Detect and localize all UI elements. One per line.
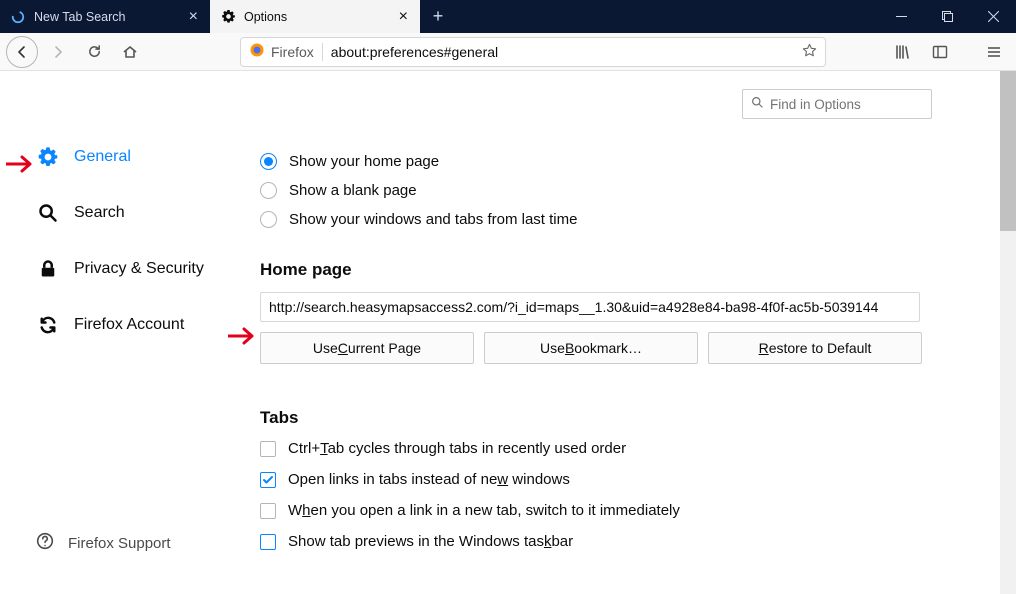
window-minimize-button[interactable] [878, 0, 924, 33]
scrollbar-thumb[interactable] [1000, 71, 1016, 231]
sidebar-item-label: Search [74, 204, 125, 222]
sidebar-support-label: Firefox Support [68, 535, 171, 552]
radio-show-home[interactable]: Show your home page [260, 153, 932, 170]
checkbox-input[interactable] [260, 534, 276, 550]
identity-box[interactable]: Firefox [249, 42, 314, 61]
sidebar-item-privacy[interactable]: Privacy & Security [36, 251, 260, 287]
search-icon [751, 96, 764, 112]
back-button[interactable] [6, 36, 38, 68]
tab-new-tab-search[interactable]: New Tab Search × [0, 0, 210, 33]
firefox-icon [249, 42, 265, 61]
radio-input[interactable] [260, 182, 277, 199]
window-controls [878, 0, 1016, 33]
main-pane: Find in Options Show your home page Show… [260, 71, 1016, 594]
tabs-checkboxes: Ctrl+Tab cycles through tabs in recently… [260, 440, 932, 550]
gear-icon [220, 9, 236, 25]
radio-input[interactable] [260, 211, 277, 228]
checkbox-label: Open links in tabs instead of new window… [288, 471, 570, 488]
tab-label: New Tab Search [34, 10, 181, 24]
tab-close-icon[interactable]: × [399, 8, 408, 26]
tab-label: Options [244, 10, 391, 24]
home-button[interactable] [114, 36, 146, 68]
titlebar: New Tab Search × Options × + [0, 0, 1016, 33]
url-text: about:preferences#general [331, 44, 794, 60]
urlbar[interactable]: Firefox about:preferences#general [240, 37, 826, 67]
checkbox-label: Ctrl+Tab cycles through tabs in recently… [288, 440, 626, 457]
radio-label: Show a blank page [289, 182, 417, 199]
urlbar-separator [322, 43, 323, 61]
sidebar-item-label: Firefox Account [74, 316, 184, 334]
sidebar: General Search Privacy & Security Firefo… [0, 71, 260, 594]
radio-label: Show your windows and tabs from last tim… [289, 211, 577, 228]
window-close-button[interactable] [970, 0, 1016, 33]
tabs-heading: Tabs [260, 408, 932, 428]
app-menu-button[interactable] [978, 36, 1010, 68]
checkbox-row[interactable]: Open links in tabs instead of new window… [260, 471, 932, 488]
checkbox-row[interactable]: Show tab previews in the Windows taskbar [260, 533, 932, 550]
radio-label: Show your home page [289, 153, 439, 170]
nav-right-controls [886, 36, 1010, 68]
sidebar-support-link[interactable]: Firefox Support [36, 532, 171, 554]
checkbox-label: When you open a link in a new tab, switc… [288, 502, 680, 519]
homepage-buttons: Use Current Page Use Bookmark… Restore t… [260, 332, 932, 364]
navbar: Firefox about:preferences#general [0, 33, 1016, 71]
sidebar-item-account[interactable]: Firefox Account [36, 307, 260, 343]
help-icon [36, 532, 54, 554]
sidebar-item-search[interactable]: Search [36, 195, 260, 231]
sidebar-item-general[interactable]: General [36, 139, 260, 175]
checkbox-row[interactable]: Ctrl+Tab cycles through tabs in recently… [260, 440, 932, 457]
checkbox-input[interactable] [260, 441, 276, 457]
checkbox-row[interactable]: When you open a link in a new tab, switc… [260, 502, 932, 519]
content: General Search Privacy & Security Firefo… [0, 71, 1016, 594]
identity-label: Firefox [271, 44, 314, 60]
search-icon [36, 201, 60, 225]
find-in-options-input[interactable]: Find in Options [742, 89, 932, 119]
radio-input[interactable] [260, 153, 277, 170]
checkbox-input[interactable] [260, 472, 276, 488]
sidebar-item-label: Privacy & Security [74, 260, 204, 278]
tab-close-icon[interactable]: × [189, 8, 198, 26]
sidebar-item-label: General [74, 148, 131, 166]
forward-button [42, 36, 74, 68]
lock-icon [36, 257, 60, 281]
library-button[interactable] [886, 36, 918, 68]
search-placeholder: Find in Options [770, 97, 861, 112]
radio-show-windows[interactable]: Show your windows and tabs from last tim… [260, 211, 932, 228]
checkbox-input[interactable] [260, 503, 276, 519]
tab-options[interactable]: Options × [210, 0, 420, 33]
startup-section: Show your home page Show a blank page Sh… [260, 153, 932, 550]
homepage-url-value: http://search.heasymapsaccess2.com/?i_id… [269, 299, 878, 315]
gear-icon [36, 145, 60, 169]
reload-button[interactable] [78, 36, 110, 68]
scrollbar[interactable] [1000, 71, 1016, 594]
use-bookmark-button[interactable]: Use Bookmark… [484, 332, 698, 364]
homepage-url-input[interactable]: http://search.heasymapsaccess2.com/?i_id… [260, 292, 920, 322]
new-tab-button[interactable]: + [420, 0, 456, 33]
bookmark-star-icon[interactable] [802, 43, 817, 61]
sidebar-button[interactable] [924, 36, 956, 68]
use-current-page-button[interactable]: Use Current Page [260, 332, 474, 364]
radio-show-blank[interactable]: Show a blank page [260, 182, 932, 199]
tab-favicon-loading-icon [10, 9, 26, 25]
sync-icon [36, 313, 60, 337]
homepage-heading: Home page [260, 260, 932, 280]
startup-radiogroup: Show your home page Show a blank page Sh… [260, 153, 932, 228]
checkbox-label: Show tab previews in the Windows taskbar [288, 533, 573, 550]
window-maximize-button[interactable] [924, 0, 970, 33]
restore-default-button[interactable]: Restore to Default [708, 332, 922, 364]
